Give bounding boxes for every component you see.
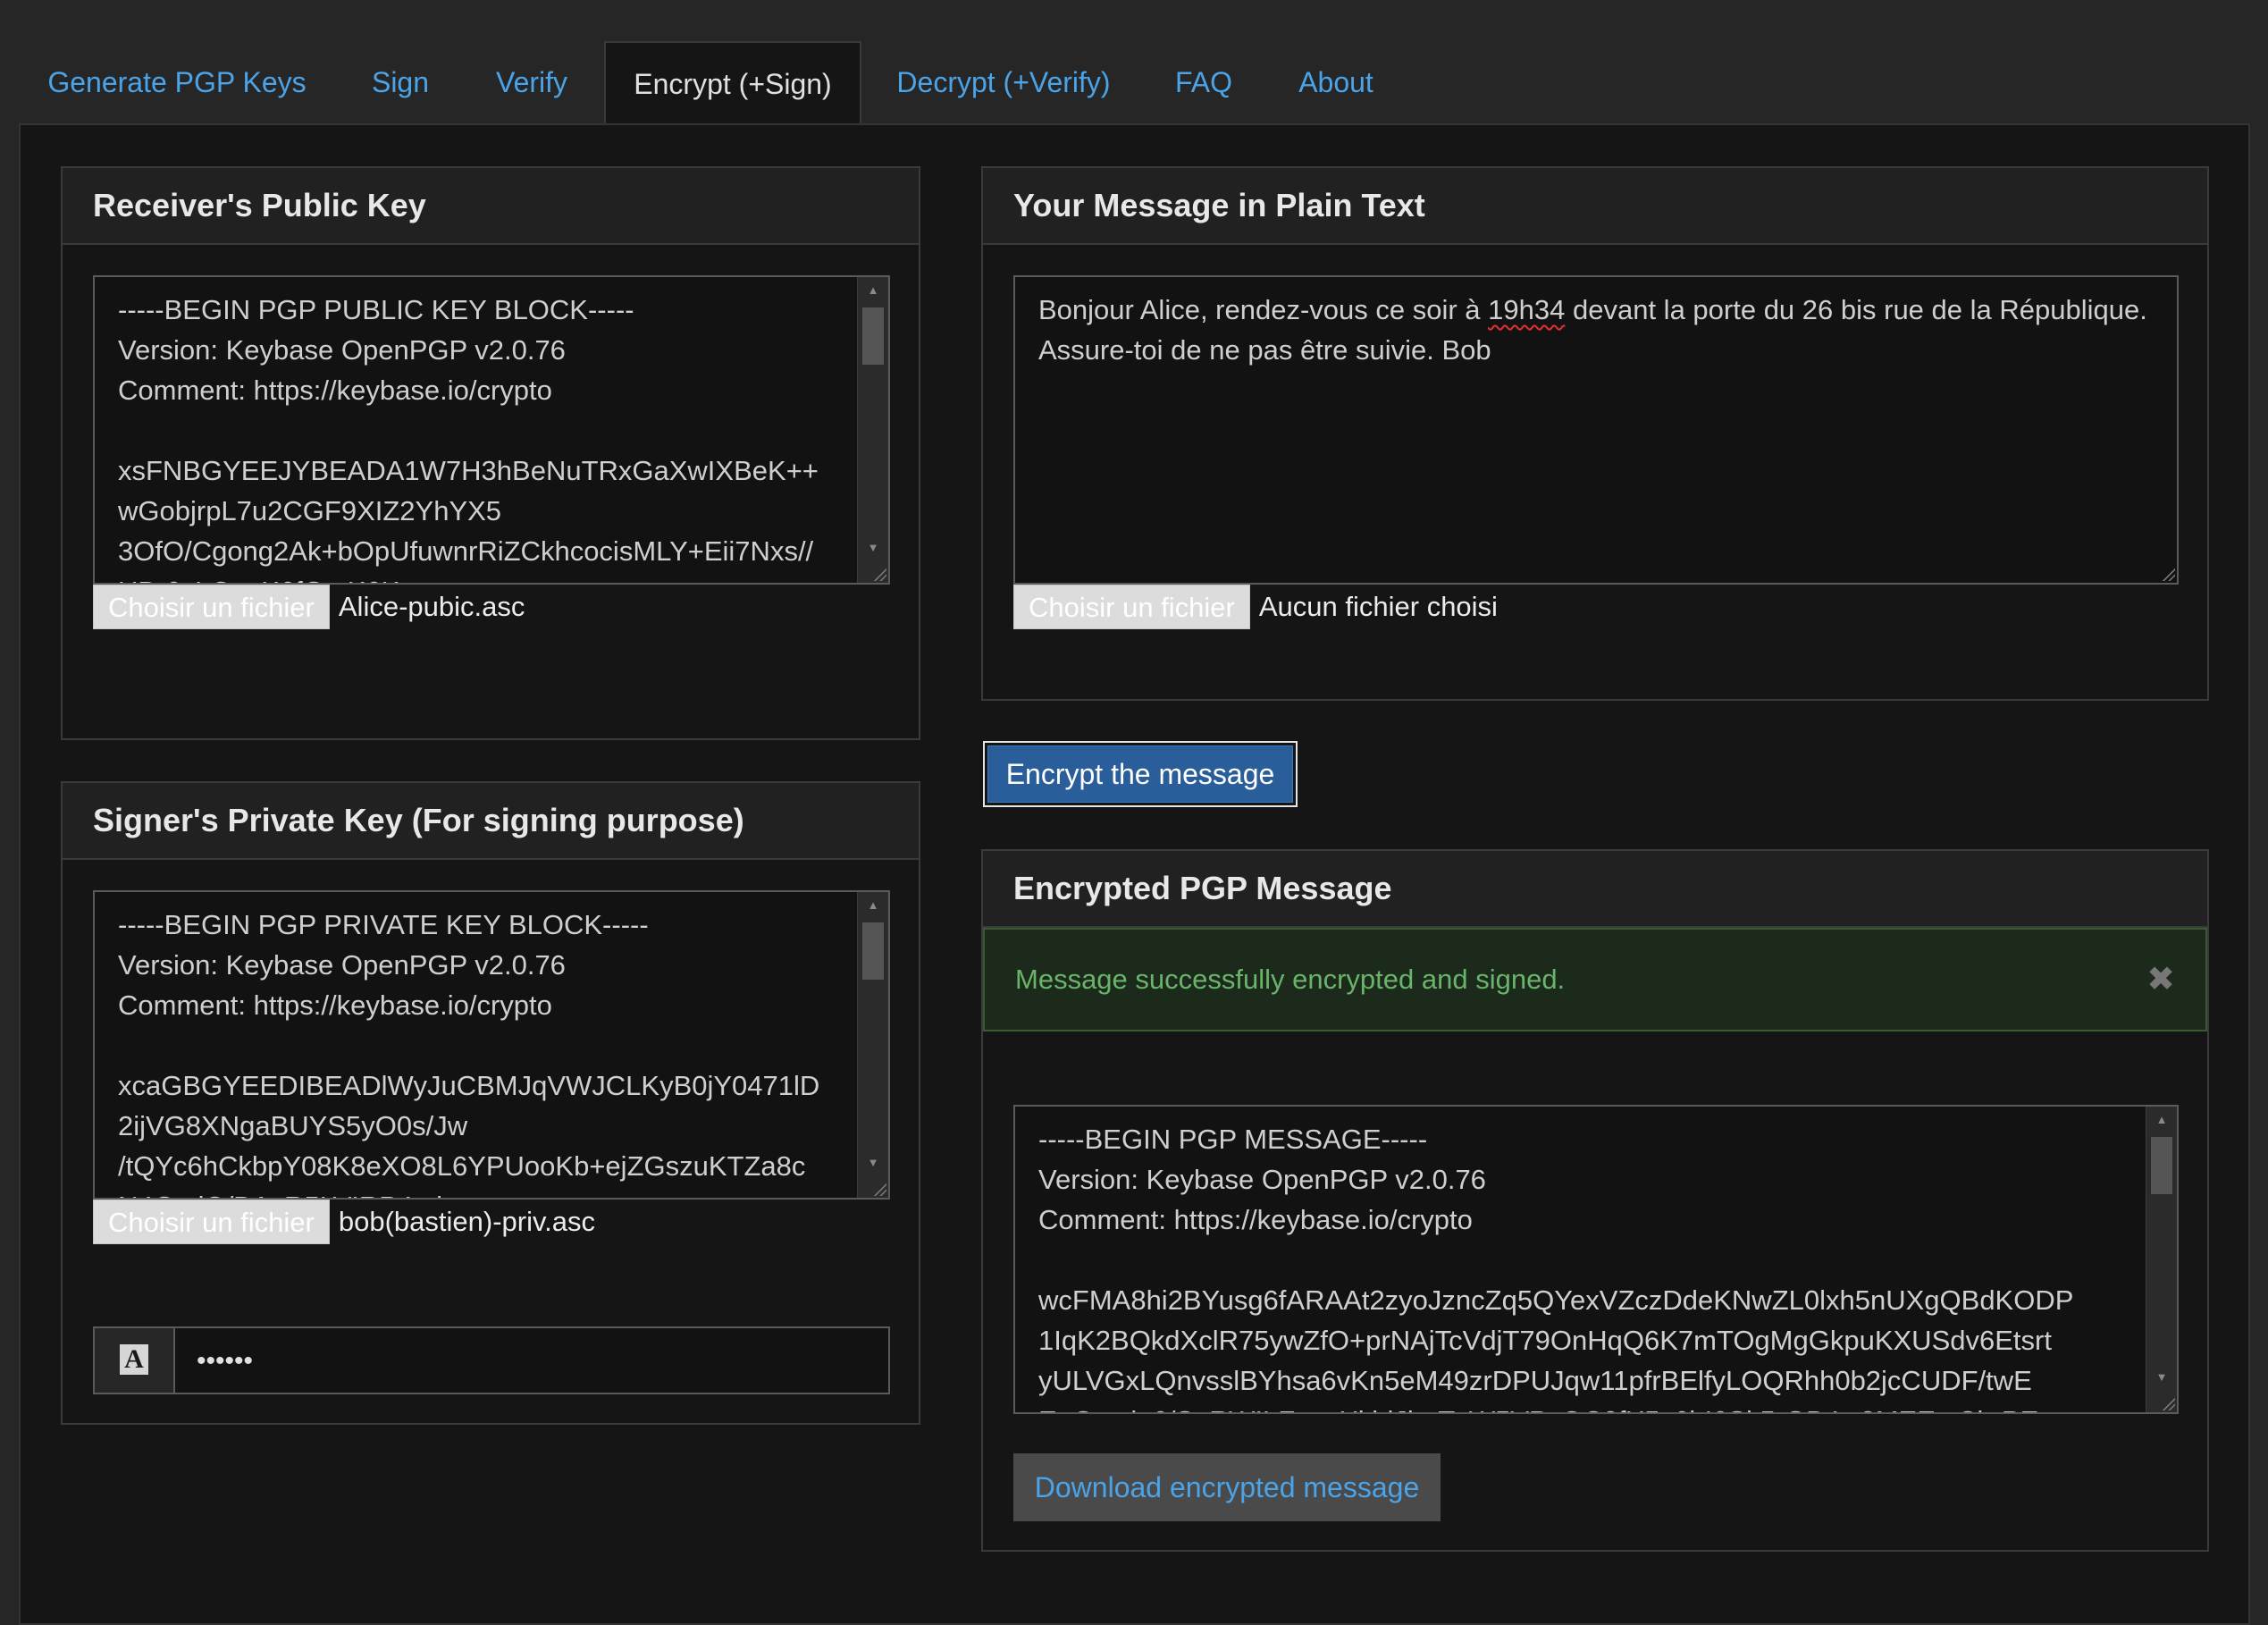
receiver-file-name: Alice-pubic.asc [338,591,525,622]
success-alert: Message successfully encrypted and signe… [983,928,2207,1031]
success-alert-text: Message successfully encrypted and signe… [1015,964,1566,995]
tab-verify[interactable]: Verify [474,41,590,125]
encrypted-message-text: -----BEGIN PGP MESSAGE----- Version: Key… [1038,1124,2074,1412]
scroll-down-arrow-icon[interactable]: ▼ [858,1149,888,1176]
main-content: Receiver's Public Key -----BEGIN PGP PUB… [19,123,2250,1625]
receiver-public-key-text: -----BEGIN PGP PUBLIC KEY BLOCK----- Ver… [118,294,819,583]
tab-generate-pgp-keys[interactable]: Generate PGP Keys [30,41,323,125]
scroll-up-arrow-icon[interactable]: ▲ [2146,1107,2177,1133]
encrypt-message-button[interactable]: Encrypt the message [983,741,1298,807]
signer-private-key-text: -----BEGIN PGP PRIVATE KEY BLOCK----- Ve… [118,909,820,1198]
scrollbar-thumb[interactable] [862,922,884,980]
scroll-down-arrow-icon[interactable]: ▼ [2146,1364,2177,1391]
tab-about[interactable]: About [1287,41,1385,125]
signer-file-picker: Choisir un fichier bob(bastien)-priv.asc [93,1200,595,1244]
receiver-key-scrollbar[interactable]: ▲ ▼ [857,277,888,583]
font-a-icon: A [120,1344,148,1375]
signer-file-name: bob(bastien)-priv.asc [338,1206,596,1237]
scrollbar-thumb[interactable] [862,307,884,365]
message-text-part: Bonjour Alice, rendez-vous ce soir à [1038,294,1489,325]
scroll-up-arrow-icon[interactable]: ▲ [858,892,888,919]
resize-handle-icon[interactable] [2161,567,2175,581]
signer-private-key-panel: Signer's Private Key (For signing purpos… [61,781,920,1425]
signer-private-key-textarea[interactable]: -----BEGIN PGP PRIVATE KEY BLOCK----- Ve… [93,890,890,1200]
plain-message-text: Bonjour Alice, rendez-vous ce soir à 19h… [1038,290,2154,370]
receiver-public-key-textarea[interactable]: -----BEGIN PGP PUBLIC KEY BLOCK----- Ver… [93,275,890,585]
resize-handle-icon[interactable] [2161,1396,2175,1410]
encrypted-message-panel: Encrypted PGP Message Message successful… [981,849,2209,1552]
signer-key-scrollbar[interactable]: ▲ ▼ [857,892,888,1198]
scroll-up-arrow-icon[interactable]: ▲ [858,277,888,304]
passphrase-input[interactable] [175,1328,888,1394]
message-choose-file-button[interactable]: Choisir un fichier [1013,585,1250,629]
receiver-public-key-panel: Receiver's Public Key -----BEGIN PGP PUB… [61,166,920,740]
close-icon[interactable]: ✖ [2146,930,2175,1030]
message-panel-title: Your Message in Plain Text [983,168,2207,245]
scroll-down-arrow-icon[interactable]: ▼ [858,535,888,561]
signer-choose-file-button[interactable]: Choisir un fichier [93,1200,330,1244]
tab-bar: Generate PGP Keys Sign Verify Encrypt (+… [0,0,2268,125]
resize-handle-icon[interactable] [872,567,886,581]
message-file-name: Aucun fichier choisi [1258,591,1498,622]
tab-decrypt-verify[interactable]: Decrypt (+Verify) [888,41,1119,125]
tab-faq[interactable]: FAQ [1163,41,1244,125]
misspelled-word[interactable]: 19h34 [1488,294,1565,325]
message-file-picker: Choisir un fichier Aucun fichier choisi [1013,585,1498,629]
receiver-panel-title: Receiver's Public Key [63,168,919,245]
download-encrypted-message-button[interactable]: Download encrypted message [1013,1453,1441,1521]
receiver-file-picker: Choisir un fichier Alice-pubic.asc [93,585,525,629]
encrypt-button-label: Encrypt the message [987,745,1293,803]
encrypted-scrollbar[interactable]: ▲ ▼ [2146,1107,2177,1412]
plain-message-textarea[interactable]: Bonjour Alice, rendez-vous ce soir à 19h… [1013,275,2179,585]
tab-encrypt-sign[interactable]: Encrypt (+Sign) [604,41,861,125]
resize-handle-icon[interactable] [872,1182,886,1196]
tab-sign[interactable]: Sign [349,41,452,125]
encrypted-message-textarea[interactable]: -----BEGIN PGP MESSAGE----- Version: Key… [1013,1105,2179,1414]
encrypted-panel-title: Encrypted PGP Message [983,851,2207,928]
scrollbar-thumb[interactable] [2151,1137,2172,1194]
passphrase-field: A [93,1326,890,1394]
plain-message-panel: Your Message in Plain Text Bonjour Alice… [981,166,2209,701]
receiver-choose-file-button[interactable]: Choisir un fichier [93,585,330,629]
passphrase-addon: A [95,1328,175,1393]
signer-panel-title: Signer's Private Key (For signing purpos… [63,783,919,860]
